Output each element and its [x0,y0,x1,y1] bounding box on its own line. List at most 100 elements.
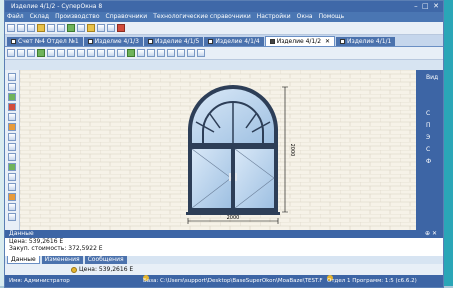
stop-icon[interactable] [8,103,16,111]
window-icon[interactable] [107,24,115,32]
menu-production[interactable]: Производство [55,12,99,22]
zoom-in-icon[interactable] [137,49,145,57]
document-icon [340,39,346,44]
editor-toolbar [5,47,443,60]
menu-stock[interactable]: Склад [30,12,49,22]
grid-icon[interactable] [77,49,85,57]
panel-controls[interactable]: ⊕ ✕ [425,230,437,238]
price-value: Цена: 539,2616 Е [79,266,134,273]
tab-changes[interactable]: Изменения [41,256,83,264]
close-tab-icon[interactable]: ✕ [323,37,330,46]
menu-file[interactable]: Файл [7,12,24,22]
door-icon[interactable] [8,93,16,101]
redo-icon[interactable] [167,49,175,57]
measure-icon[interactable] [8,183,16,191]
handle-icon[interactable] [8,123,16,131]
handle-left [229,173,231,181]
report-icon[interactable] [87,24,95,32]
data-panel-title: Данные [9,230,34,237]
document-tabs: Счет №4 Отдел №1 Изделие 4/1/3 Изделие 4… [5,35,443,47]
side-label-4[interactable]: С [426,146,430,153]
drawing-canvas[interactable]: 2000 2000 [20,70,416,230]
mirror-icon[interactable] [107,49,115,57]
left-toolbox [5,70,20,233]
dimension-icon[interactable] [117,49,125,57]
app-window: Изделие 4/1/2 - СуперОкна 8 – □ ✕ Файл С… [4,0,444,288]
tab-item-4-1-1[interactable]: Изделие 4/1/1 [336,37,396,46]
view-label[interactable]: Вид [426,74,438,81]
split-h-icon[interactable] [87,49,95,57]
sash-icon[interactable] [37,49,45,57]
color-icon[interactable] [8,163,16,171]
blind-icon[interactable] [8,213,16,221]
title-bar: Изделие 4/1/2 - СуперОкна 8 – □ ✕ [5,1,443,12]
tab-invoice[interactable]: Счет №4 Отдел №1 [7,37,83,46]
menu-windows[interactable]: Окна [297,12,313,22]
rotate-icon[interactable] [8,133,16,141]
document-icon [208,39,214,44]
menu-tech-references[interactable]: Технологические справочники [153,12,251,22]
settings-icon[interactable] [97,24,105,32]
glass-icon[interactable] [47,49,55,57]
sill-icon[interactable] [8,203,16,211]
text-icon[interactable] [8,173,16,181]
arch-icon[interactable] [67,49,75,57]
refresh-icon[interactable] [197,49,205,57]
view-icon[interactable] [177,49,185,57]
cost-line: Закуп. стоимость: 372,5922 Е [9,245,103,252]
open-icon[interactable] [17,24,25,32]
width-dimension-label[interactable]: 2000 [227,215,240,221]
handle-right [235,173,237,181]
coin-icon [71,266,77,273]
zoom-icon[interactable] [8,153,16,161]
tab-item-4-1-4[interactable]: Изделие 4/1/4 [204,37,264,46]
menu-bar: Файл Склад Производство Справочники Техн… [5,12,443,22]
left-sash-glass [192,149,231,208]
window-controls[interactable]: – □ ✕ [414,1,439,12]
price-bar: Цена: 539,2616 Е [5,264,443,275]
save-icon[interactable] [27,24,35,32]
new-icon[interactable] [7,24,15,32]
options-icon[interactable] [187,49,195,57]
price-line: Цена: 539,2616 Е [9,238,64,245]
profile-icon[interactable] [57,49,65,57]
height-dimension-label[interactable]: 2000 [289,144,295,157]
tab-item-4-1-2[interactable]: Изделие 4/1/2 ✕ [264,36,336,46]
delete-icon[interactable] [117,24,125,32]
hardware-icon[interactable] [8,193,16,201]
folder-icon[interactable] [37,24,45,32]
print-icon[interactable] [47,24,55,32]
status-bar: Имя: Администратор База: C:\Users\suppor… [5,275,443,287]
undo-icon[interactable] [157,49,165,57]
window-drawing: 2000 2000 [20,70,416,230]
tab-item-4-1-3[interactable]: Изделие 4/1/3 [83,37,144,46]
zoom-out-icon[interactable] [147,49,155,57]
select-icon[interactable] [7,49,15,57]
data-panel-header: Данные ⊕ ✕ [5,230,443,238]
window-title: Изделие 4/1/2 - СуперОкна 8 [11,3,103,10]
split-v-icon[interactable] [97,49,105,57]
menu-settings[interactable]: Настройки [257,12,291,22]
pointer-icon[interactable] [8,73,16,81]
calc-icon[interactable] [77,24,85,32]
document-icon [11,39,16,44]
layers-icon[interactable] [8,113,16,121]
side-label-2[interactable]: П [426,122,431,129]
side-label-3[interactable]: Э [426,134,430,141]
pencil-icon[interactable] [8,83,16,91]
data-panel: Цена: 539,2616 Е Закуп. стоимость: 372,5… [5,238,443,257]
side-label-5[interactable]: Ф [426,158,431,165]
impost-icon[interactable] [27,49,35,57]
main-toolbar [5,22,443,35]
add-icon[interactable] [67,24,75,32]
menu-help[interactable]: Помощь [319,12,345,22]
move-icon[interactable] [8,143,16,151]
tab-data[interactable]: Данные [7,256,40,264]
side-label-1[interactable]: С [426,110,430,117]
menu-references[interactable]: Справочники [106,12,148,22]
fill-icon[interactable] [127,49,135,57]
copy-icon[interactable] [57,24,65,32]
tab-item-4-1-5[interactable]: Изделие 4/1/5 [144,37,204,46]
tab-messages[interactable]: Сообщения [84,256,127,264]
frame-icon[interactable] [17,49,25,57]
